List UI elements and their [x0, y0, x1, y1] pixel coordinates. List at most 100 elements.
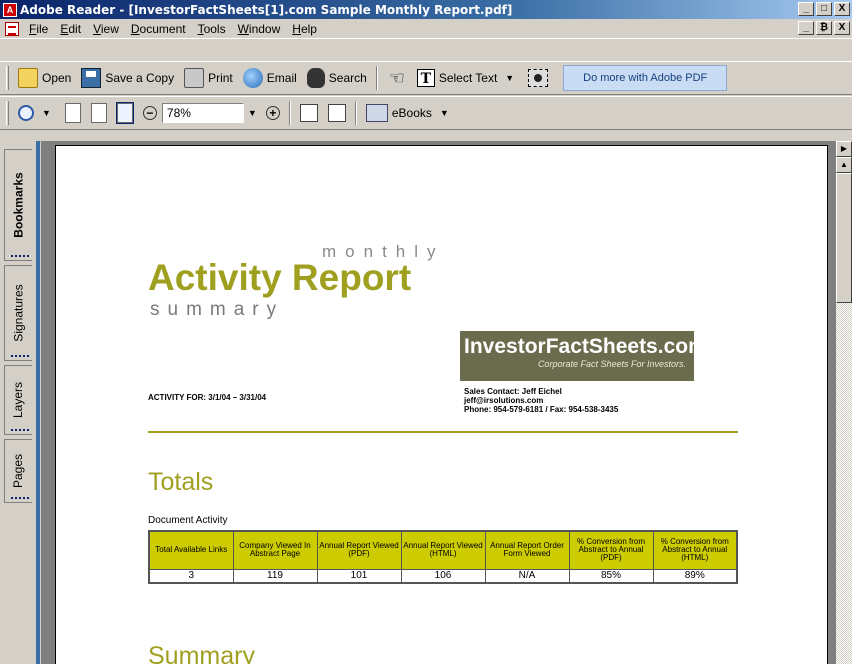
table-cell: 89%: [652, 568, 738, 584]
report-title: Activity Report: [148, 257, 412, 298]
table-header-row: Total Available Links Company Viewed In …: [148, 530, 738, 570]
menu-help[interactable]: Help: [286, 22, 323, 36]
document-viewport[interactable]: monthly Activity Report summary Investor…: [41, 141, 836, 664]
open-button[interactable]: Open: [13, 65, 76, 91]
minimize-button[interactable]: _: [798, 2, 814, 16]
adobe-pdf-promo-button[interactable]: Do more with Adobe PDF: [563, 65, 728, 91]
zoom-input[interactable]: 78%: [161, 103, 244, 123]
toolbar-separator: [288, 101, 291, 125]
summary-heading: Summary: [148, 642, 255, 664]
search-button[interactable]: Search: [302, 65, 372, 91]
doc-restore-button[interactable]: ₿: [816, 21, 832, 35]
save-copy-label: Save a Copy: [105, 71, 175, 85]
save-copy-button[interactable]: Save a Copy: [76, 65, 179, 91]
select-text-button[interactable]: T Select Text ▼: [412, 65, 523, 91]
actual-size-page-icon: [64, 103, 81, 123]
contact-name: Sales Contact: Jeff Eichel: [464, 387, 562, 396]
magnifier-icon: [18, 105, 34, 121]
fit-width-button[interactable]: [112, 100, 138, 126]
title-bar: A Adobe Reader - [InvestorFactSheets[1].…: [0, 0, 852, 19]
tab-bookmarks-label: Bookmarks: [11, 172, 26, 238]
select-text-icon: T: [416, 69, 435, 87]
menu-edit[interactable]: Edit: [54, 22, 87, 36]
tab-pages[interactable]: Pages: [4, 439, 32, 503]
table-header: Annual Report Viewed (HTML): [400, 530, 486, 570]
tab-grip-marker: [11, 496, 29, 499]
navigation-pane-splitter[interactable]: [36, 141, 40, 664]
zoom-in-icon: +: [265, 106, 280, 120]
menu-document[interactable]: Document: [125, 22, 192, 36]
zoom-out-button[interactable]: −: [138, 100, 162, 126]
print-button[interactable]: Print: [179, 65, 238, 91]
tab-layers[interactable]: Layers: [4, 365, 32, 435]
table-header: Annual Report Order Form Viewed: [484, 530, 570, 570]
scroll-up-arrow-icon[interactable]: ▲: [836, 157, 852, 173]
print-label: Print: [208, 71, 233, 85]
zoom-tool-button[interactable]: ▼: [13, 100, 60, 126]
menu-view[interactable]: View: [87, 22, 125, 36]
doc-close-button[interactable]: X: [834, 21, 850, 35]
report-summary-word: summary: [150, 299, 285, 320]
scrollbar-track[interactable]: [836, 303, 852, 664]
table-header: % Conversion from Abstract to Annual (HT…: [652, 530, 738, 570]
table-row: 3 119 101 106 N/A 85% 89%: [148, 568, 738, 584]
chevron-down-icon[interactable]: ▼: [38, 108, 55, 118]
pdf-page: monthly Activity Report summary Investor…: [55, 145, 828, 664]
tab-grip-marker: [11, 354, 29, 357]
zoom-in-button[interactable]: +: [261, 100, 285, 126]
investorfactsheets-logo: InvestorFactSheets.com Corporate Fact Sh…: [460, 331, 707, 381]
toolbar-separator: [375, 66, 378, 90]
table-cell: 106: [400, 568, 486, 584]
fit-page-button[interactable]: [86, 100, 112, 126]
table-header: Company Viewed In Abstract Page: [232, 530, 318, 570]
zoom-dropdown-chevron-icon[interactable]: ▼: [244, 108, 261, 118]
menu-file[interactable]: File: [23, 22, 54, 36]
table-cell: 3: [148, 568, 234, 584]
search-label: Search: [328, 71, 367, 85]
rotate-clockwise-button[interactable]: [295, 100, 323, 126]
toolbar-separator: [354, 101, 357, 125]
rotate-counterclockwise-button[interactable]: [323, 100, 351, 126]
document-activity-label: Document Activity: [148, 515, 228, 526]
tab-signatures-label: Signatures: [11, 284, 26, 342]
toolbar-grip[interactable]: [6, 66, 9, 90]
table-cell: N/A: [484, 568, 570, 584]
binoculars-icon: [306, 68, 325, 88]
vertical-scrollbar[interactable]: ▶ ▲: [836, 141, 852, 664]
menu-tools[interactable]: Tools: [192, 22, 232, 36]
printer-icon: [184, 68, 205, 88]
fit-page-icon: [90, 103, 107, 123]
tab-signatures[interactable]: Signatures: [4, 265, 32, 361]
open-folder-icon: [18, 68, 38, 88]
logo-tagline: Corporate Fact Sheets For Investors.: [537, 359, 686, 369]
snapshot-camera-icon: [528, 69, 549, 87]
tab-grip-marker: [11, 254, 29, 257]
snapshot-button[interactable]: [523, 65, 553, 91]
scroll-right-arrow-icon[interactable]: ▶: [836, 141, 852, 157]
actual-size-button[interactable]: [60, 100, 86, 126]
open-label: Open: [42, 71, 72, 85]
email-button[interactable]: Email: [238, 65, 302, 91]
chevron-down-icon[interactable]: ▼: [501, 73, 518, 83]
select-text-label: Select Text: [438, 71, 498, 85]
maximize-button[interactable]: □: [816, 2, 832, 16]
doc-minimize-button[interactable]: _: [798, 21, 814, 35]
table-header: Total Available Links: [148, 530, 234, 570]
toolbar-grip[interactable]: [6, 101, 9, 125]
hand-tool-button[interactable]: ☜: [382, 65, 412, 91]
sales-contact: Sales Contact: Jeff Eichel jeff@irsoluti…: [464, 387, 618, 414]
scrollbar-thumb[interactable]: [836, 173, 852, 303]
ebooks-button[interactable]: eBooks ▼: [361, 100, 458, 126]
ebook-icon: [365, 104, 388, 122]
document-icon[interactable]: [5, 21, 19, 36]
fit-width-icon: [115, 102, 134, 124]
view-toolbar: ▼ − 78% ▼ + eBooks ▼: [0, 96, 852, 130]
table-header: Annual Report Viewed (PDF): [316, 530, 402, 570]
menu-window[interactable]: Window: [232, 22, 287, 36]
logo-main-text: InvestorFactSheets.com: [464, 335, 707, 358]
contact-email: jeff@irsolutions.com: [464, 396, 544, 405]
adobe-reader-icon: A: [3, 2, 17, 17]
tab-bookmarks[interactable]: Bookmarks: [4, 149, 32, 261]
chevron-down-icon[interactable]: ▼: [436, 108, 453, 118]
close-button[interactable]: X: [834, 2, 850, 16]
